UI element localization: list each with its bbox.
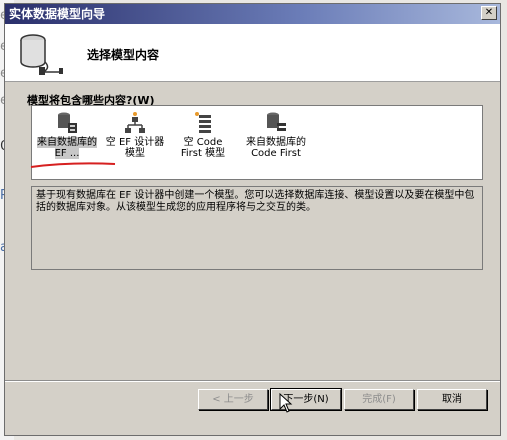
wizard-header: 选择模型内容 [5,24,500,82]
database-code-first-icon [267,112,286,131]
database-designer-icon [58,112,77,133]
window-title: 实体数据模型向导 [9,7,106,21]
previous-button[interactable]: < 上一步 [198,389,268,410]
footer-divider [5,380,500,382]
page-title: 选择模型内容 [87,48,160,62]
model-description: 基于现有数据库在 EF 设计器中创建一个模型。您可以选择数据库连接、模型设置以及… [31,186,483,270]
model-option-database-code-first[interactable]: 来自数据库的 Code First [240,109,312,171]
empty-code-first-icon [195,112,211,133]
database-connection-icon [20,34,63,75]
model-option-label: 来自数据库的 EF ... [37,137,97,159]
title-bar[interactable]: 实体数据模型向导 ✕ [5,4,500,24]
close-button[interactable]: ✕ [481,6,497,20]
model-option-label: 来自数据库的 Code First [246,137,306,159]
finish-button[interactable]: 完成(F) [344,389,414,410]
empty-designer-icon [125,112,145,133]
mouse-cursor-icon [279,393,293,413]
entity-data-model-wizard: 实体数据模型向导 ✕ 选择模型内容 模型将包含哪些内容?(W) 来自数据库的 E… [4,3,501,436]
model-option-label: 空 EF 设计器模型 [105,137,165,159]
model-option-empty-code-first[interactable]: 空 Code First 模型 [172,109,234,171]
model-option-label: 空 Code First 模型 [180,137,226,159]
cancel-button[interactable]: 取消 [417,389,487,410]
red-underline-annotation [30,162,116,168]
